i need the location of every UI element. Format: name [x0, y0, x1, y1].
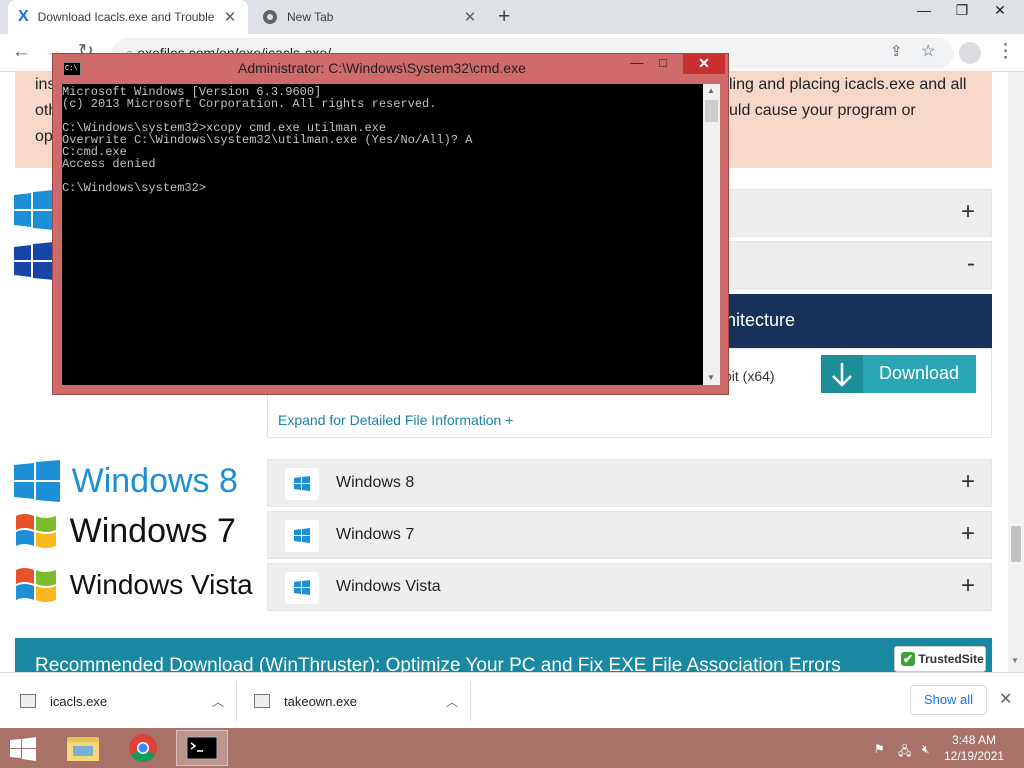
clock-date: 12/19/2021 [944, 749, 1005, 763]
windows-vista-logo-text: Windows Vista [69, 569, 253, 600]
close-shelf-button[interactable]: ✕ [999, 689, 1012, 709]
trusted-site-label: TrustedSite [918, 652, 984, 666]
expand-icon[interactable]: + [961, 198, 975, 226]
close-window-button[interactable]: ✕ [982, 0, 1018, 22]
divider [470, 681, 471, 721]
download-button-label: Download [879, 363, 960, 383]
trusted-site-badge[interactable]: ✔ TrustedSite [894, 646, 986, 672]
minimize-button[interactable]: — [906, 0, 942, 22]
os-row-windows-7[interactable]: Windows 7 + [267, 511, 992, 559]
console-output[interactable]: Microsoft Windows [Version 6.3.9600] (c) … [62, 84, 703, 385]
architecture-value: bit (x64) [724, 368, 775, 384]
volume-muted-icon[interactable]: 🔇︎ [922, 742, 930, 757]
tab-close-icon[interactable]: ✕ [222, 8, 238, 26]
new-tab-button[interactable]: + [498, 6, 510, 28]
file-explorer-taskbar-icon[interactable] [57, 730, 109, 766]
console-line: C:cmd.exe [62, 145, 127, 159]
windows-logo-icon [285, 468, 319, 500]
windows-7-logo-text: Windows 7 [69, 511, 236, 550]
collapse-icon[interactable]: - [967, 250, 975, 278]
windows-7-logo: Windows 7 [14, 510, 236, 552]
windows-logo-icon [14, 242, 54, 280]
menu-button[interactable]: ⋮ [996, 42, 1015, 62]
chrome-taskbar-icon[interactable] [117, 730, 169, 766]
download-filename: icacls.exe [50, 693, 108, 709]
banner-text: uld cause your program or [729, 102, 916, 119]
cmd-maximize-button[interactable]: □ [651, 54, 675, 74]
bookmark-star-icon[interactable]: ☆ [921, 42, 935, 62]
tab-title: Download Icacls.exe and Trouble [37, 10, 215, 24]
network-icon[interactable]: 🖧︎ [898, 742, 911, 763]
cmd-taskbar-icon[interactable] [176, 730, 228, 766]
os-row-label: Windows 8 [336, 474, 415, 491]
system-clock[interactable]: 3:48 AM 12/19/2021 [944, 732, 1004, 764]
cmd-scrollbar-thumb[interactable] [705, 100, 718, 122]
share-icon[interactable]: ⇪ [890, 42, 903, 62]
console-line: Overwrite C:\Windows\system32\utilman.ex… [62, 133, 473, 147]
show-all-button[interactable]: Show all [910, 685, 987, 715]
cmd-window-title: Administrator: C:\Windows\System32\cmd.e… [238, 60, 526, 76]
os-row-label: Windows 7 [336, 526, 415, 543]
console-line: (c) 2013 Microsoft Corporation. All righ… [62, 97, 437, 111]
divider [236, 681, 237, 721]
download-filename: takeown.exe [284, 693, 357, 709]
windows-8-logo-text: Windows 8 [71, 461, 238, 500]
windows-logo-icon [285, 572, 319, 604]
expand-icon[interactable]: + [961, 520, 975, 548]
windows-logo-icon [14, 190, 54, 230]
download-arrow-icon [821, 355, 863, 393]
downloads-shelf: icacls.exe ︿ takeown.exe ︿ Show all ✕ [0, 672, 1024, 728]
windows-logo-icon [285, 520, 319, 552]
os-row-windows-8[interactable]: Windows 8 + [267, 459, 992, 507]
page-scrollbar[interactable]: ▼ [1008, 72, 1024, 672]
recommended-download-banner[interactable]: Recommended Download (WinThruster): Opti… [15, 638, 992, 672]
start-button[interactable] [10, 737, 36, 761]
download-item[interactable]: icacls.exe ︿ [20, 673, 224, 729]
cmd-scrollbar[interactable]: ▲ ▼ [703, 84, 720, 385]
chevron-up-icon[interactable]: ︿ [212, 693, 224, 710]
restore-button[interactable]: ❐ [944, 0, 980, 22]
chevron-up-icon[interactable]: ︿ [446, 693, 458, 710]
cmd-close-button[interactable]: ✕ [683, 54, 725, 74]
expand-icon[interactable]: + [961, 468, 975, 496]
scroll-up-arrow-icon[interactable]: ▲ [707, 86, 715, 95]
file-icon [254, 694, 270, 708]
windows-vista-logo: Windows Vista [14, 564, 253, 606]
action-center-flag-icon[interactable]: ⚑ [874, 742, 885, 756]
expand-details-link[interactable]: Expand for Detailed File Information + [278, 412, 513, 428]
clock-time: 3:48 AM [952, 733, 997, 747]
checkmark-icon: ✔ [901, 652, 916, 666]
tab-close-icon[interactable]: ✕ [462, 8, 478, 26]
cmd-window[interactable]: C:\ Administrator: C:\Windows\System32\c… [52, 53, 729, 395]
banner-text: ling and placing icacls.exe and all [729, 76, 967, 93]
os-row-windows-vista[interactable]: Windows Vista + [267, 563, 992, 611]
banner-prefix: op [35, 128, 53, 145]
expand-icon[interactable]: + [961, 572, 975, 600]
windows-8-logo: Windows 8 [14, 460, 238, 502]
tab-bar: X Download Icacls.exe and Trouble ✕ New … [0, 0, 1024, 34]
console-line: Access denied [62, 157, 156, 171]
taskbar: ⚑ 🖧︎ 🔇︎ 3:48 AM 12/19/2021 [0, 728, 1024, 768]
scroll-down-arrow-icon[interactable]: ▼ [1011, 656, 1019, 665]
cmd-app-icon: C:\ [63, 62, 81, 76]
chrome-favicon-icon [262, 9, 278, 25]
back-button[interactable]: ← [12, 42, 31, 62]
tab-title: New Tab [287, 10, 334, 24]
cmd-minimize-button[interactable]: — [625, 54, 649, 74]
os-row-label: Windows Vista [336, 578, 441, 595]
tab-icacls[interactable]: X Download Icacls.exe and Trouble ✕ [8, 0, 248, 34]
exefiles-favicon-icon: X [18, 8, 29, 25]
tab-new-tab[interactable]: New Tab ✕ [252, 0, 488, 34]
scrollbar-thumb[interactable] [1011, 526, 1021, 562]
download-item[interactable]: takeown.exe ︿ [254, 673, 458, 729]
profile-avatar[interactable] [959, 42, 981, 64]
file-icon [20, 694, 36, 708]
download-button[interactable]: Download [821, 355, 976, 393]
scroll-down-arrow-icon[interactable]: ▼ [707, 373, 715, 382]
console-line: C:\Windows\system32> [62, 181, 207, 195]
